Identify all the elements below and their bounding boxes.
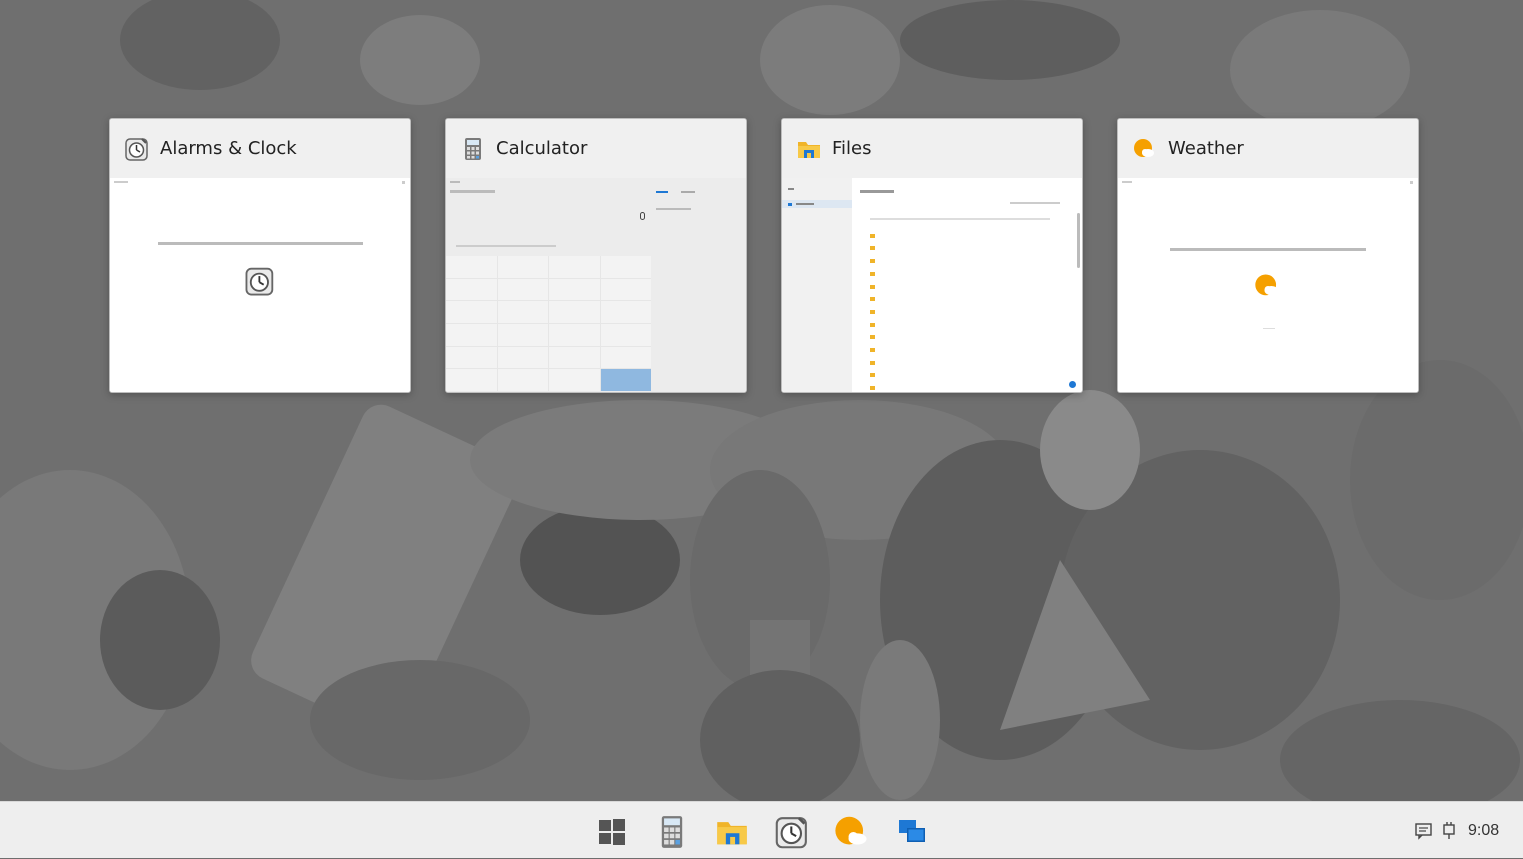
taskbar-clock[interactable]: 9:08	[1468, 822, 1499, 840]
file-row-thumbnail	[870, 344, 1060, 356]
alarms-clock-taskbar-button[interactable]	[772, 812, 812, 852]
file-row-thumbnail	[870, 357, 1060, 369]
file-row-thumbnail	[870, 293, 1060, 305]
file-row-thumbnail	[870, 331, 1060, 343]
window-thumbnail	[1118, 178, 1418, 392]
files-taskbar-button[interactable]	[712, 812, 752, 852]
card-header: Alarms & Clock	[110, 119, 410, 178]
task-view-button[interactable]	[892, 812, 932, 852]
alarm-clock-icon	[124, 136, 150, 162]
notifications-icon[interactable]	[1414, 822, 1434, 840]
window-thumbnail	[782, 178, 1082, 392]
calculator-taskbar-button[interactable]	[652, 812, 692, 852]
system-tray: 9:08	[1414, 802, 1499, 859]
window-thumbnail	[110, 178, 410, 392]
task-card-files[interactable]: Files	[781, 118, 1083, 393]
file-row-thumbnail	[870, 242, 1060, 254]
calculator-icon	[661, 816, 683, 848]
taskbar: 9:08	[0, 801, 1523, 858]
calculator-keypad-thumbnail	[446, 256, 651, 391]
task-card-weather[interactable]: Weather	[1117, 118, 1419, 393]
power-plug-icon[interactable]	[1442, 821, 1456, 840]
file-row-thumbnail	[870, 306, 1060, 318]
scrollbar	[1077, 213, 1080, 268]
task-card-alarms-clock[interactable]: Alarms & Clock	[109, 118, 411, 393]
file-row-thumbnail	[870, 230, 1060, 242]
card-header: Weather	[1118, 119, 1418, 178]
card-header: Calculator	[446, 119, 746, 178]
file-row-thumbnail	[870, 281, 1060, 293]
weather-icon	[1132, 136, 1158, 162]
alarm-clock-icon	[775, 817, 807, 849]
card-title: Alarms & Clock	[160, 138, 297, 159]
file-row-thumbnail	[870, 268, 1060, 280]
windows-logo-icon	[599, 819, 625, 845]
start-button[interactable]	[592, 812, 632, 852]
task-card-calculator[interactable]: Calculator	[445, 118, 747, 393]
file-row-thumbnail	[870, 369, 1060, 381]
task-view-icon	[899, 820, 925, 842]
alarm-clock-icon	[245, 267, 274, 296]
files-sidebar-thumbnail	[782, 178, 852, 392]
file-row-thumbnail	[870, 382, 1060, 392]
card-header: Files	[782, 119, 1082, 178]
card-title: Files	[832, 138, 872, 159]
card-title: Weather	[1168, 138, 1244, 159]
folder-icon	[717, 822, 747, 845]
window-thumbnail	[446, 178, 746, 392]
file-row-thumbnail	[870, 319, 1060, 331]
card-title: Calculator	[496, 138, 588, 159]
weather-icon	[1255, 274, 1279, 296]
file-row-thumbnail	[870, 255, 1060, 267]
folder-icon	[796, 136, 822, 162]
calculator-icon	[460, 136, 486, 162]
weather-icon	[835, 816, 867, 845]
weather-taskbar-button[interactable]	[832, 812, 872, 852]
